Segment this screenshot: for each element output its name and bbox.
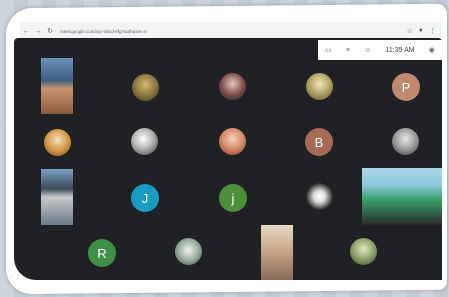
participant-avatar[interactable]	[44, 129, 71, 156]
participant-video-tile[interactable]	[41, 58, 73, 114]
profile-icon[interactable]: ◉	[429, 46, 435, 54]
avatar-letter: J	[141, 190, 149, 206]
extension-icon[interactable]: ●	[419, 27, 423, 35]
participant-avatar[interactable]	[131, 128, 158, 155]
bookmark-icon[interactable]: ☆	[406, 27, 412, 35]
avatar-letter: j	[231, 190, 235, 206]
participant-video-tile[interactable]	[362, 168, 442, 225]
participant-video-tile[interactable]	[261, 225, 293, 280]
participant-avatar[interactable]	[175, 238, 202, 265]
back-icon[interactable]: ←	[20, 28, 32, 35]
participant-letter-avatar[interactable]: R	[88, 239, 116, 267]
menu-icon[interactable]: ⋮	[429, 27, 436, 35]
participant-avatar[interactable]	[219, 73, 246, 100]
participant-letter-avatar[interactable]: P	[392, 73, 420, 101]
reload-icon[interactable]: ↻	[44, 27, 56, 35]
avatar-letter: R	[97, 245, 107, 261]
address-bar[interactable]: meet.google.com/xyz-abcd-efg?authuser=0	[60, 29, 147, 34]
avatar-letter: P	[401, 79, 411, 95]
participant-avatar[interactable]	[132, 74, 159, 101]
participant-avatar[interactable]	[306, 73, 333, 100]
meeting-top-bar: ▭ ≡ ☺ 11:35 AM ◉	[318, 40, 442, 60]
avatar-letter: B	[314, 134, 324, 150]
chat-icon[interactable]: ≡	[346, 47, 350, 54]
participant-video-tile[interactable]	[41, 169, 73, 225]
participant-letter-avatar[interactable]: j	[219, 184, 247, 212]
people-icon[interactable]: ☺	[364, 47, 371, 54]
participant-avatar[interactable]	[219, 128, 246, 155]
present-icon[interactable]: ▭	[325, 46, 332, 54]
participant-avatar[interactable]	[392, 128, 419, 155]
forward-icon[interactable]: →	[32, 28, 44, 35]
participant-avatar[interactable]	[350, 238, 377, 265]
meeting-time: 11:35 AM	[385, 46, 415, 54]
participant-letter-avatar[interactable]: B	[305, 128, 333, 156]
participant-avatar[interactable]	[306, 183, 333, 210]
participant-letter-avatar[interactable]: J	[131, 184, 159, 212]
